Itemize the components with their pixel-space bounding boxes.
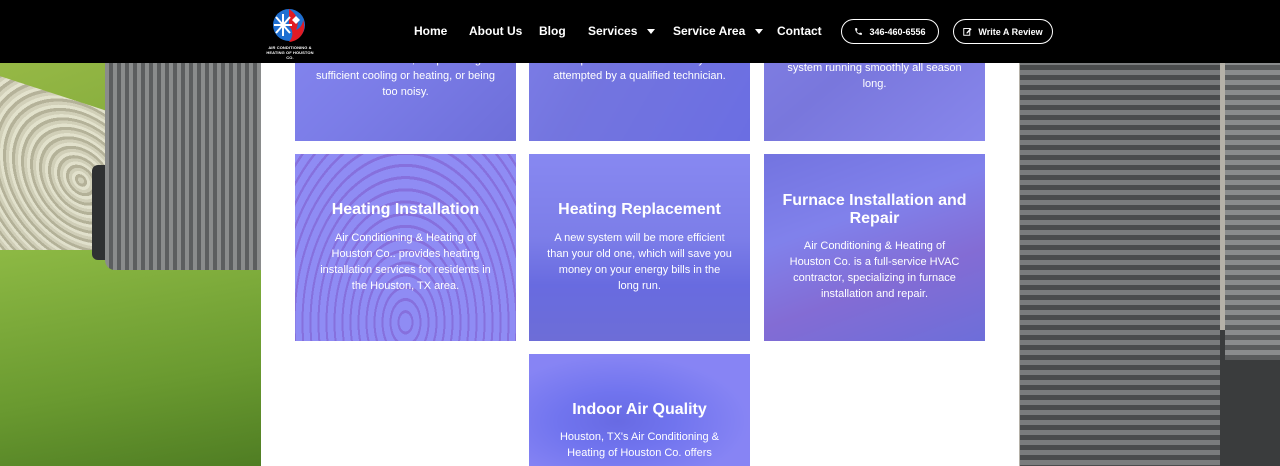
- nav-home-label: Home: [414, 24, 448, 38]
- card-text: Air Conditioning & Heating of Houston Co…: [320, 232, 491, 292]
- nav-service-area-label: Service Area: [673, 24, 746, 38]
- site-logo[interactable]: AIR CONDITIONING & HEATING OF HOUSTON CO…: [264, 8, 316, 60]
- service-card-heating-installation[interactable]: Heating Installation Air Conditioning & …: [295, 154, 516, 341]
- service-card-indoor-air-quality[interactable]: Indoor Air Quality Houston, TX's Air Con…: [529, 354, 750, 466]
- chevron-down-icon: [755, 28, 764, 34]
- card-title: Furnace Installation and Repair: [782, 192, 967, 227]
- nav-contact-label: Contact: [777, 24, 822, 38]
- edit-icon: [963, 28, 973, 36]
- ac-unit-left: [105, 40, 275, 270]
- nav-home[interactable]: Home: [414, 24, 447, 38]
- service-card-heating-replacement[interactable]: Heating Replacement A new system will be…: [529, 154, 750, 341]
- write-review-label: Write A Review: [978, 26, 1043, 37]
- card-title: Heating Replacement: [558, 201, 721, 218]
- card-text: Houston, TX's Air Conditioning & Heating…: [559, 431, 720, 459]
- card-text: system running smoothly all season long.: [787, 62, 962, 90]
- site-header: AIR CONDITIONING & HEATING OF HOUSTON CO…: [0, 0, 1280, 63]
- snowflake-flame-logo-icon: [273, 9, 305, 42]
- service-card-furnace[interactable]: Furnace Installation and Repair Air Cond…: [764, 154, 985, 341]
- ac-unit-right-secondary: [1225, 60, 1280, 360]
- card-text: A new system will be more efficient than…: [547, 232, 732, 292]
- write-review-button[interactable]: Write A Review: [953, 19, 1053, 44]
- nav-about-label: About Us: [469, 24, 523, 38]
- nav-blog[interactable]: Blog: [539, 24, 566, 38]
- phone-icon: [855, 28, 863, 35]
- nav-about[interactable]: About Us: [469, 24, 522, 38]
- card-title: Indoor Air Quality: [572, 401, 707, 418]
- phone-number: 346-460-6556: [869, 26, 926, 37]
- chevron-down-icon: [647, 28, 656, 34]
- card-title: Heating Installation: [331, 201, 480, 218]
- nav-contact[interactable]: Contact: [777, 24, 822, 38]
- nav-service-area[interactable]: Service Area: [673, 24, 764, 38]
- phone-button[interactable]: 346-460-6556: [841, 19, 939, 44]
- nav-services-label: Services: [588, 24, 638, 38]
- nav-blog-label: Blog: [539, 24, 566, 38]
- logo-text: AIR CONDITIONING & HEATING OF HOUSTON CO…: [266, 45, 314, 60]
- card-text: Air Conditioning & Heating of Houston Co…: [789, 240, 960, 300]
- grass-foreground: [0, 250, 270, 466]
- nav-services[interactable]: Services: [588, 24, 656, 38]
- ac-unit-right: [1020, 60, 1220, 466]
